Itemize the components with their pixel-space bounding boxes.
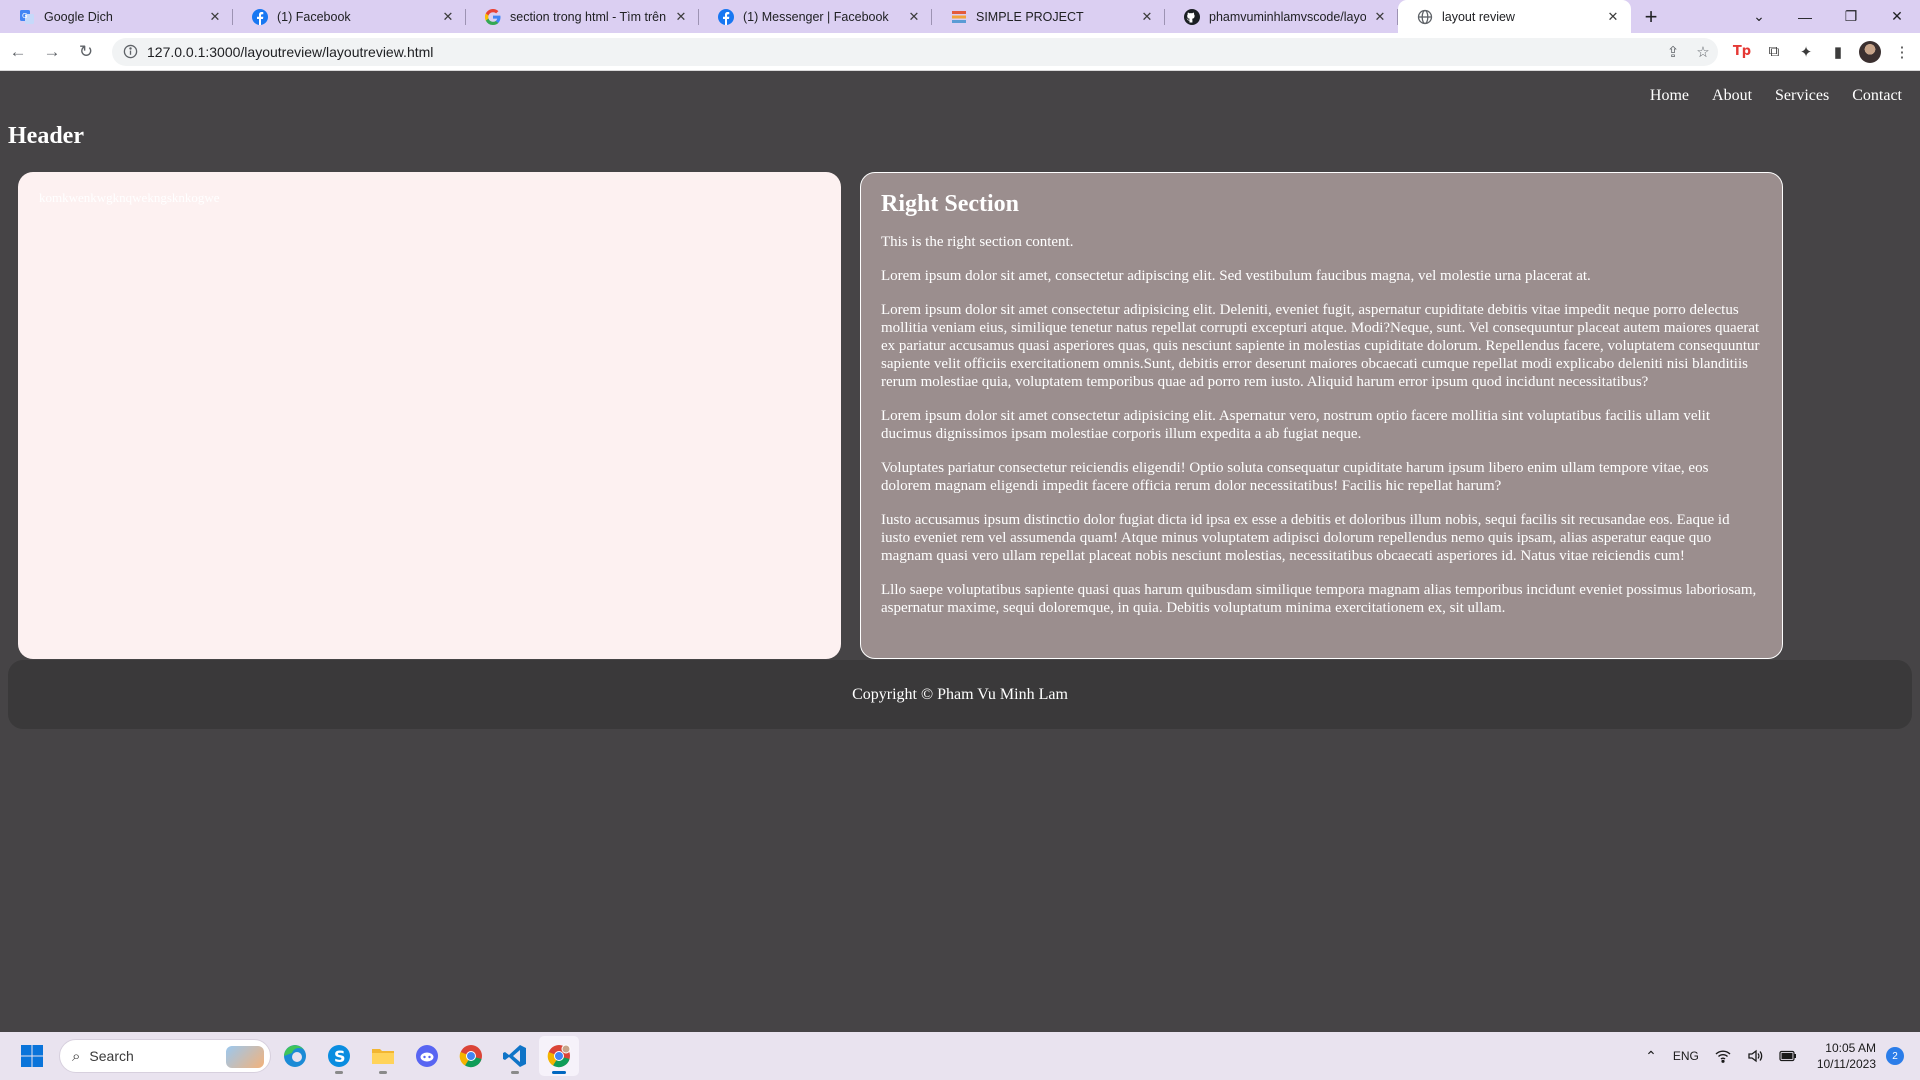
left-section: komkwenkwgknqwekngsknkogwe [18,172,841,659]
tab-title: layout review [1442,9,1515,24]
share-icon[interactable]: ⇪ [1658,43,1688,61]
svg-text:G: G [22,12,27,20]
right-section: Right Section This is the right section … [860,172,1783,659]
facebook-icon [252,8,268,25]
right-section-paragraph: Lorem ipsum dolor sit amet consectetur a… [881,408,1710,442]
google-icon [485,8,501,25]
chrome-profile-icon[interactable] [539,1036,579,1076]
tab-title: Google Dịch [44,9,113,24]
web-page: Home About Services Contact Header komkw… [0,71,1920,1032]
facebook-icon [718,8,734,25]
tray-chevron-up-icon[interactable]: ⌃ [1645,1048,1657,1065]
tab-simple-project[interactable]: SIMPLE PROJECT ✕ [932,0,1165,33]
tab-google-translate[interactable]: G Google Dịch ✕ [0,0,233,33]
page-footer: Copyright © Pham Vu Minh Lam [8,660,1912,729]
close-icon[interactable]: ✕ [673,9,689,25]
profile-avatar[interactable] [1854,40,1886,63]
tab-title: SIMPLE PROJECT [976,9,1084,24]
side-panel-icon[interactable]: ▮ [1822,43,1854,61]
right-section-paragraph: Iusto accusamus ipsum distinctio dolor f… [881,512,1730,564]
avatar [1859,40,1881,63]
clock-time: 10:05 AM [1825,1041,1876,1055]
close-icon[interactable]: ✕ [906,9,922,25]
right-section-paragraph: Voluptates pariatur consectetur reiciend… [881,460,1709,494]
nav-link-home[interactable]: Home [1650,87,1689,105]
nav-link-about[interactable]: About [1712,87,1752,105]
copyright-text: Copyright © Pham Vu Minh Lam [852,685,1068,703]
address-bar[interactable]: 127.0.0.1:3000/layoutreview/layoutreview… [112,37,1718,66]
nav-link-services[interactable]: Services [1775,87,1829,105]
tab-search-chevron-icon[interactable]: ⌄ [1736,8,1782,25]
close-icon[interactable]: ✕ [1605,9,1621,25]
back-icon[interactable]: ← [2,36,34,68]
minimize-icon[interactable]: — [1782,9,1828,25]
tab-layout-review[interactable]: layout review ✕ [1398,0,1631,33]
page-nav: Home About Services Contact [1627,87,1902,105]
right-section-paragraph: This is the right section content. [881,234,1074,250]
tab-google-search[interactable]: section trong html - Tìm trên G ✕ [466,0,699,33]
browser-toolbar: ← → ↻ 127.0.0.1:3000/layoutreview/layout… [0,33,1920,71]
volume-icon[interactable] [1747,1049,1763,1063]
close-icon[interactable]: ✕ [207,9,223,25]
info-icon[interactable] [122,44,138,60]
system-tray: ⌃ ENG 10:05 AM 10/11/2023 2 [1637,1040,1920,1072]
nav-link-contact[interactable]: Contact [1852,87,1902,105]
battery-icon[interactable] [1779,1050,1797,1062]
close-icon[interactable]: ✕ [1372,9,1388,25]
close-window-icon[interactable]: ✕ [1874,8,1920,25]
bookmark-star-icon[interactable]: ☆ [1688,43,1718,61]
right-section-paragraph: Lllo saepe voluptatibus sapiente quasi q… [881,582,1757,616]
browser-tab-bar: G Google Dịch ✕ (1) Facebook ✕ section t… [0,0,1920,33]
skype-icon[interactable]: S [319,1036,359,1076]
close-icon[interactable]: ✕ [440,9,456,25]
close-icon[interactable]: ✕ [1139,9,1155,25]
taskbar-search-placeholder: Search [89,1048,134,1064]
windows-start-icon[interactable] [15,1039,49,1073]
tab-manager-icon[interactable]: ⧉ [1758,43,1790,60]
language-indicator[interactable]: ENG [1673,1049,1699,1063]
search-icon: ⌕ [72,1047,81,1065]
wifi-icon[interactable] [1715,1049,1731,1063]
taskbar-search[interactable]: ⌕ Search [59,1039,271,1073]
forward-icon[interactable]: → [36,36,68,68]
tab-facebook[interactable]: (1) Facebook ✕ [233,0,466,33]
extensions-puzzle-icon[interactable]: ✦ [1790,43,1822,61]
edge-icon[interactable] [275,1036,315,1076]
right-section-title: Right Section [881,191,1019,217]
svg-text:S: S [334,1047,346,1066]
extension-icons: Tp ⧉ ✦ ▮ ⋮ [1726,40,1918,63]
menu-kebab-icon[interactable]: ⋮ [1886,43,1918,61]
window-controls: ⌄ — ❐ ✕ [1736,0,1920,33]
github-icon [1184,8,1200,25]
google-translate-icon: G [19,9,35,25]
simple-project-icon [951,9,967,25]
taskbar-clock[interactable]: 10:05 AM 10/11/2023 [1817,1040,1876,1072]
tp-extension-icon[interactable]: Tp [1726,44,1758,59]
discord-icon[interactable] [407,1036,447,1076]
tab-messenger[interactable]: (1) Messenger | Facebook ✕ [699,0,932,33]
search-highlight-image [226,1046,264,1068]
clock-date: 10/11/2023 [1816,1057,1876,1071]
tab-title: (1) Facebook [277,9,351,24]
tab-github[interactable]: phamvuminhlamvscode/layout ✕ [1165,0,1398,33]
page-header: Header [8,123,84,149]
tab-title: section trong html - Tìm trên G [510,9,667,24]
globe-icon [1417,9,1433,25]
right-section-paragraph: Lorem ipsum dolor sit amet, consectetur … [881,268,1591,284]
tab-title: (1) Messenger | Facebook [743,9,889,24]
tab-title: phamvuminhlamvscode/layout [1209,9,1366,24]
left-section-text: komkwenkwgknqwekngsknkogwe [39,190,220,205]
file-explorer-icon[interactable] [363,1036,403,1076]
chrome-icon[interactable] [451,1036,491,1076]
windows-taskbar: ⌕ Search S ⌃ ENG 10:05 AM 10/11/2023 2 [0,1032,1920,1080]
restore-icon[interactable]: ❐ [1828,8,1874,25]
new-tab-button[interactable]: + [1637,0,1665,33]
url-text: 127.0.0.1:3000/layoutreview/layoutreview… [147,43,434,60]
vscode-icon[interactable] [495,1036,535,1076]
reload-icon[interactable]: ↻ [70,36,102,68]
right-section-paragraph: Lorem ipsum dolor sit amet consectetur a… [881,302,1760,390]
notification-badge[interactable]: 2 [1886,1047,1904,1065]
